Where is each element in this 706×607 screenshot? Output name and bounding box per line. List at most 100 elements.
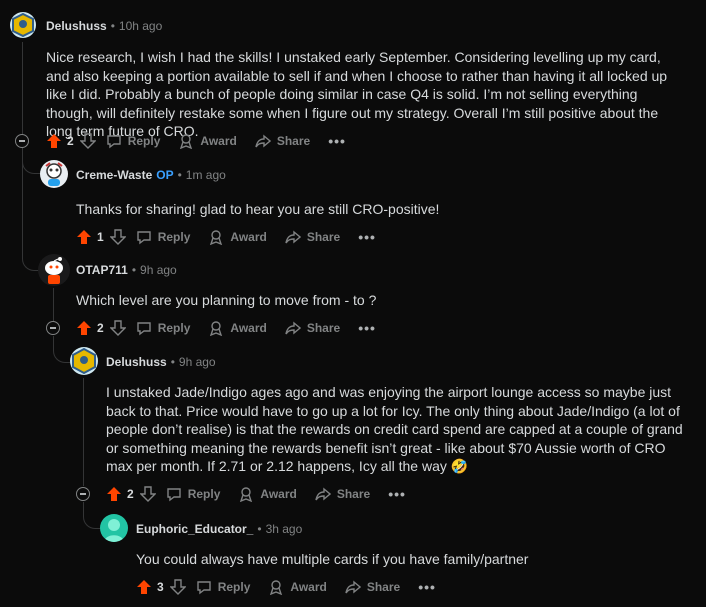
timestamp: 1m ago	[185, 168, 226, 182]
reply-button[interactable]: Reply	[166, 486, 221, 502]
comment-actions: 2 Reply Award Share •••	[106, 483, 424, 505]
avatar[interactable]	[40, 160, 68, 188]
reply-label: Reply	[157, 230, 191, 244]
collapse-icon[interactable]	[76, 487, 90, 501]
share-button[interactable]: Share	[315, 486, 370, 502]
reply-label: Reply	[187, 487, 221, 501]
timestamp: 9h ago	[178, 355, 216, 369]
comment-meta: Euphoric_Educator_ • 3h ago	[136, 521, 302, 537]
thread-line	[22, 42, 23, 148]
downvote-icon[interactable]	[109, 229, 126, 245]
comment-meta: Creme-Waste OP • 1m ago	[76, 167, 226, 183]
separator-dot: •	[177, 168, 182, 182]
share-icon	[315, 487, 331, 501]
separator-dot: •	[257, 522, 262, 536]
award-button[interactable]: Award	[268, 579, 327, 595]
share-button[interactable]: Share	[345, 579, 400, 595]
vote-count: 1	[97, 230, 104, 244]
reply-icon	[196, 581, 211, 595]
share-icon	[285, 321, 301, 335]
thread-elbow	[22, 148, 41, 174]
collapse-icon[interactable]	[15, 134, 29, 148]
award-label: Award	[230, 321, 267, 335]
award-icon	[210, 230, 223, 245]
comment-body: You could always have multiple cards if …	[136, 551, 529, 567]
thread-elbow	[83, 502, 101, 529]
comment-actions: 1 Reply Award Share •••	[76, 226, 394, 248]
share-label: Share	[366, 580, 401, 594]
share-icon	[255, 134, 271, 148]
downvote-icon[interactable]	[79, 133, 96, 149]
share-label: Share	[306, 230, 341, 244]
timestamp: 9h ago	[140, 263, 177, 277]
username[interactable]: OTAP711	[76, 263, 128, 277]
award-icon	[210, 321, 223, 336]
downvote-icon[interactable]	[109, 320, 126, 336]
reply-button[interactable]: Reply	[136, 320, 191, 336]
more-icon[interactable]: •••	[388, 486, 406, 502]
vote-count: 3	[157, 580, 164, 594]
username[interactable]: Creme-Waste	[76, 168, 152, 182]
comment-meta: Delushuss • 10h ago	[46, 18, 162, 34]
comment-body: Which level are you planning to move fro…	[76, 292, 377, 308]
upvote-icon[interactable]	[76, 320, 92, 336]
share-icon	[285, 230, 301, 244]
separator-dot: •	[170, 355, 175, 369]
comment-body: I unstaked Jade/Indigo ages ago and was …	[106, 384, 683, 474]
reply-label: Reply	[217, 580, 251, 594]
upvote-icon[interactable]	[76, 229, 92, 245]
more-icon[interactable]: •••	[328, 133, 346, 149]
timestamp: 10h ago	[118, 19, 163, 33]
more-icon[interactable]: •••	[418, 579, 436, 595]
more-icon[interactable]: •••	[358, 320, 376, 336]
reply-button[interactable]: Reply	[106, 133, 160, 149]
comment-actions: 2 Reply Award Share •••	[76, 317, 394, 339]
vote-control: 2	[106, 486, 156, 502]
upvote-icon[interactable]	[106, 486, 122, 502]
share-button[interactable]: Share	[255, 133, 310, 149]
avatar[interactable]	[100, 514, 128, 542]
share-label: Share	[276, 134, 311, 148]
comment-actions: 3 Reply Award Share •••	[136, 576, 454, 598]
reply-button[interactable]: Reply	[136, 229, 191, 245]
vote-control: 2	[76, 320, 126, 336]
comment-body: Thanks for sharing! glad to hear you are…	[76, 201, 440, 217]
vote-control: 3	[136, 579, 186, 595]
reply-button[interactable]: Reply	[196, 579, 251, 595]
reply-label: Reply	[157, 321, 191, 335]
downvote-icon[interactable]	[139, 486, 156, 502]
username[interactable]: Delushuss	[46, 19, 107, 33]
comment-meta: OTAP711 • 9h ago	[76, 262, 177, 278]
vote-count: 2	[67, 134, 74, 148]
username[interactable]: Delushuss	[106, 355, 167, 369]
award-button[interactable]: Award	[208, 229, 267, 245]
comment-actions: 2 Reply Award Share •••	[46, 130, 364, 152]
downvote-icon[interactable]	[169, 579, 186, 595]
vote-count: 2	[127, 487, 134, 501]
more-icon[interactable]: •••	[358, 229, 376, 245]
award-label: Award	[290, 580, 327, 594]
avatar[interactable]	[70, 347, 98, 375]
reply-icon	[136, 231, 151, 245]
reply-icon	[136, 322, 151, 336]
avatar[interactable]	[10, 12, 36, 38]
award-button[interactable]: Award	[238, 486, 297, 502]
upvote-icon[interactable]	[46, 133, 62, 149]
avatar[interactable]	[38, 254, 70, 286]
separator-dot: •	[131, 263, 137, 277]
award-icon	[240, 487, 253, 502]
share-button[interactable]: Share	[285, 320, 340, 336]
award-button[interactable]: Award	[178, 133, 237, 149]
username[interactable]: Euphoric_Educator_	[136, 522, 253, 536]
separator-dot: •	[110, 19, 115, 33]
award-label: Award	[230, 230, 267, 244]
share-button[interactable]: Share	[285, 229, 340, 245]
upvote-icon[interactable]	[136, 579, 152, 595]
award-label: Award	[200, 134, 237, 148]
share-label: Share	[336, 487, 371, 501]
timestamp: 3h ago	[265, 522, 303, 536]
thread-elbow	[53, 336, 71, 363]
collapse-icon[interactable]	[46, 321, 60, 335]
award-button[interactable]: Award	[208, 320, 267, 336]
award-icon	[180, 134, 193, 149]
